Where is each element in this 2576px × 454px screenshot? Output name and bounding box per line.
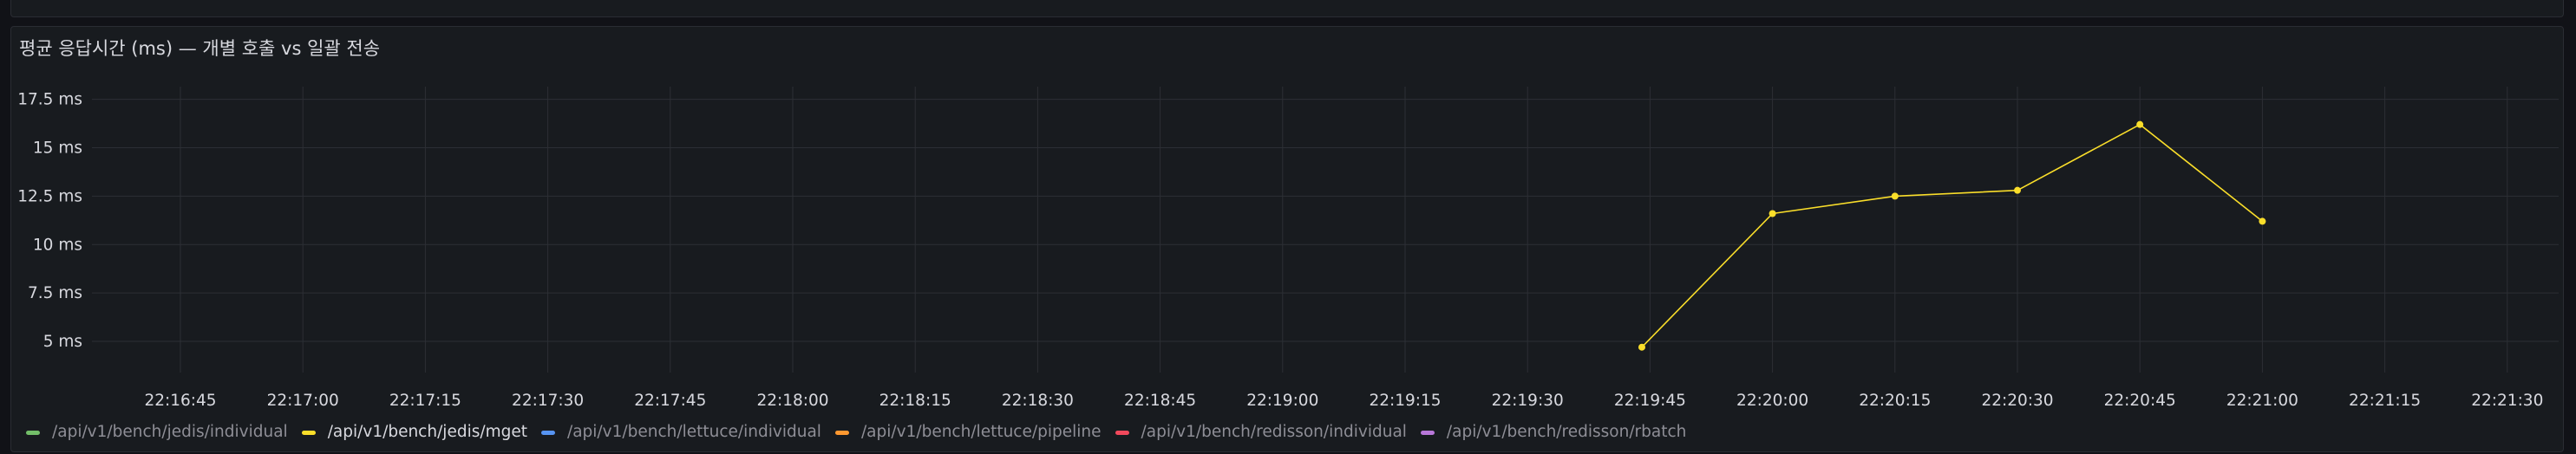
legend-swatch [540, 430, 555, 435]
legend-label: /api/v1/bench/redisson/rbatch [1446, 423, 1687, 441]
legend-swatch [834, 430, 849, 435]
data-point [1769, 210, 1776, 217]
legend-label: /api/v1/bench/redisson/individual [1141, 423, 1407, 441]
x-tick-label: 22:17:45 [634, 392, 706, 410]
series-line [1641, 123, 2263, 348]
legend: /api/v1/bench/jedis/individual/api/v1/be… [26, 419, 1700, 445]
x-tick-label: 22:18:00 [756, 392, 828, 410]
x-tick-label: 22:18:30 [1002, 392, 1074, 410]
legend-swatch [301, 430, 316, 435]
x-tick-label: 22:20:15 [1859, 392, 1931, 410]
data-point [2136, 120, 2144, 128]
legend-item[interactable]: /api/v1/bench/redisson/individual [1115, 419, 1407, 445]
legend-label: /api/v1/bench/lettuce/individual [566, 423, 821, 441]
legend-label: /api/v1/bench/jedis/individual [52, 423, 288, 441]
legend-item[interactable]: /api/v1/bench/jedis/mget [301, 419, 527, 445]
x-tick-label: 22:18:45 [1124, 392, 1196, 410]
data-point [1891, 192, 1899, 200]
x-tick-label: 22:19:30 [1492, 392, 1564, 410]
y-tick-label: 17.5 ms [17, 91, 82, 109]
legend-label: /api/v1/bench/jedis/mget [327, 423, 527, 441]
legend-item[interactable]: /api/v1/bench/lettuce/individual [540, 419, 821, 445]
legend-item[interactable]: /api/v1/bench/redisson/rbatch [1420, 419, 1687, 445]
data-point [2259, 217, 2266, 225]
y-tick-label: 15 ms [33, 139, 82, 158]
x-tick-label: 22:21:00 [2226, 392, 2298, 410]
x-tick-label: 22:19:00 [1246, 392, 1318, 410]
legend-label: /api/v1/bench/lettuce/pipeline [860, 423, 1102, 441]
line-chart[interactable]: 5 ms 7.5 ms 10 ms 12.5 ms 15 ms 17.5 ms 22:16:… [0, 0, 2576, 454]
legend-swatch [1420, 430, 1435, 435]
legend-item[interactable]: /api/v1/bench/jedis/individual [26, 419, 288, 445]
y-tick-label: 7.5 ms [28, 284, 82, 302]
grid-layer [92, 87, 2559, 373]
x-tick-label: 22:20:30 [1981, 392, 2053, 410]
legend-swatch [1115, 430, 1129, 435]
x-tick-label: 22:20:45 [2104, 392, 2176, 410]
axis-layer: 5 ms 7.5 ms 10 ms 12.5 ms 15 ms 17.5 ms 22:16:… [17, 91, 2543, 410]
y-tick-label: 12.5 ms [17, 187, 82, 205]
legend-item[interactable]: /api/v1/bench/lettuce/pipeline [834, 419, 1102, 445]
x-tick-label: 22:21:30 [2471, 392, 2543, 410]
x-tick-label: 22:19:45 [1614, 392, 1686, 410]
x-tick-label: 22:17:15 [389, 392, 461, 410]
data-point [2014, 186, 2021, 194]
legend-swatch [26, 430, 40, 435]
y-tick-label: 10 ms [33, 236, 82, 254]
x-tick-label: 22:17:00 [267, 392, 339, 410]
data-point [1638, 343, 1645, 351]
x-tick-label: 22:19:15 [1369, 392, 1441, 410]
x-tick-label: 22:20:00 [1736, 392, 1808, 410]
x-tick-label: 22:17:30 [512, 392, 584, 410]
x-tick-label: 22:21:15 [2349, 392, 2421, 410]
x-tick-label: 22:18:15 [879, 392, 951, 410]
y-tick-label: 5 ms [43, 333, 82, 351]
x-tick-label: 22:16:45 [144, 392, 216, 410]
series-layer [1638, 120, 2266, 351]
